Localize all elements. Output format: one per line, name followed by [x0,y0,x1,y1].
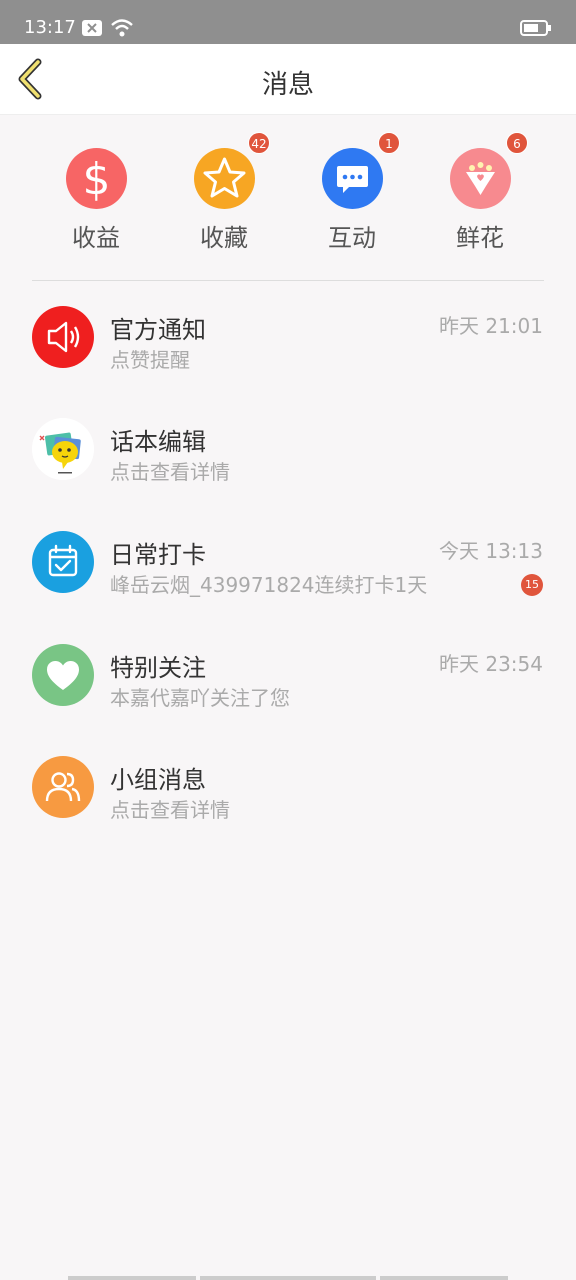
dollar-icon: $ [66,148,127,209]
message-subtitle: 峰岳云烟_439971824连续打卡1天 [110,573,428,597]
message-title: 话本编辑 [110,428,206,456]
quick-action-label: 互动 [328,224,376,252]
divider [32,280,544,281]
flowers-badge: 6 [506,132,528,154]
message-official-notice[interactable]: 官方通知 点赞提醒 昨天 21:01 [0,304,576,414]
nav-segment-right[interactable] [380,1276,508,1280]
message-subtitle: 本嘉代嘉吖关注了您 [110,686,290,710]
nav-segment-center[interactable] [200,1276,376,1280]
message-daily-checkin[interactable]: 日常打卡 峰岳云烟_439971824连续打卡1天 今天 13:13 15 [0,529,576,639]
message-editor[interactable]: 话本编辑 点击查看详情 [0,416,576,526]
star-icon [194,148,255,209]
status-time: 13:17 [24,17,76,38]
status-bar: 13:17 [0,0,576,44]
message-subtitle: 点击查看详情 [110,798,230,822]
interaction-badge: 1 [378,132,400,154]
quick-action-flowers[interactable]: 6 鲜花 [420,132,540,256]
message-group[interactable]: 小组消息 点击查看详情 [0,754,576,864]
message-time: 昨天 21:01 [439,314,543,338]
message-title: 特别关注 [110,654,206,682]
wifi-icon [110,18,134,42]
header: 消息 [0,44,576,115]
quick-action-label: 收益 [72,224,120,252]
quick-action-label: 收藏 [200,224,248,252]
flower-icon [450,148,511,209]
message-subtitle: 点击查看详情 [110,460,230,484]
speaker-icon [32,306,94,368]
quick-action-earnings[interactable]: $ 收益 [36,146,156,256]
message-special-follow[interactable]: 特别关注 本嘉代嘉吖关注了您 昨天 23:54 [0,642,576,752]
message-title: 日常打卡 [110,541,206,569]
message-subtitle: 点赞提醒 [110,348,190,372]
chat-icon [322,148,383,209]
heart-icon [32,644,94,706]
editor-avatar [32,418,94,480]
message-time: 今天 13:13 [439,539,543,563]
notification-icon [82,20,102,40]
svg-text:$: $ [83,154,111,205]
group-icon [32,756,94,818]
quick-action-favorites[interactable]: 42 收藏 [164,132,284,256]
message-title: 小组消息 [110,766,206,794]
quick-action-interaction[interactable]: 1 互动 [292,132,412,256]
battery-icon [520,20,552,40]
message-time: 昨天 23:54 [439,652,543,676]
page-title: 消息 [261,70,314,100]
nav-segment-left[interactable] [68,1276,196,1280]
message-title: 官方通知 [110,316,206,344]
calendar-icon [32,531,94,593]
unread-badge: 15 [521,574,543,596]
quick-action-label: 鲜花 [456,224,504,252]
favorites-badge: 42 [248,132,270,154]
